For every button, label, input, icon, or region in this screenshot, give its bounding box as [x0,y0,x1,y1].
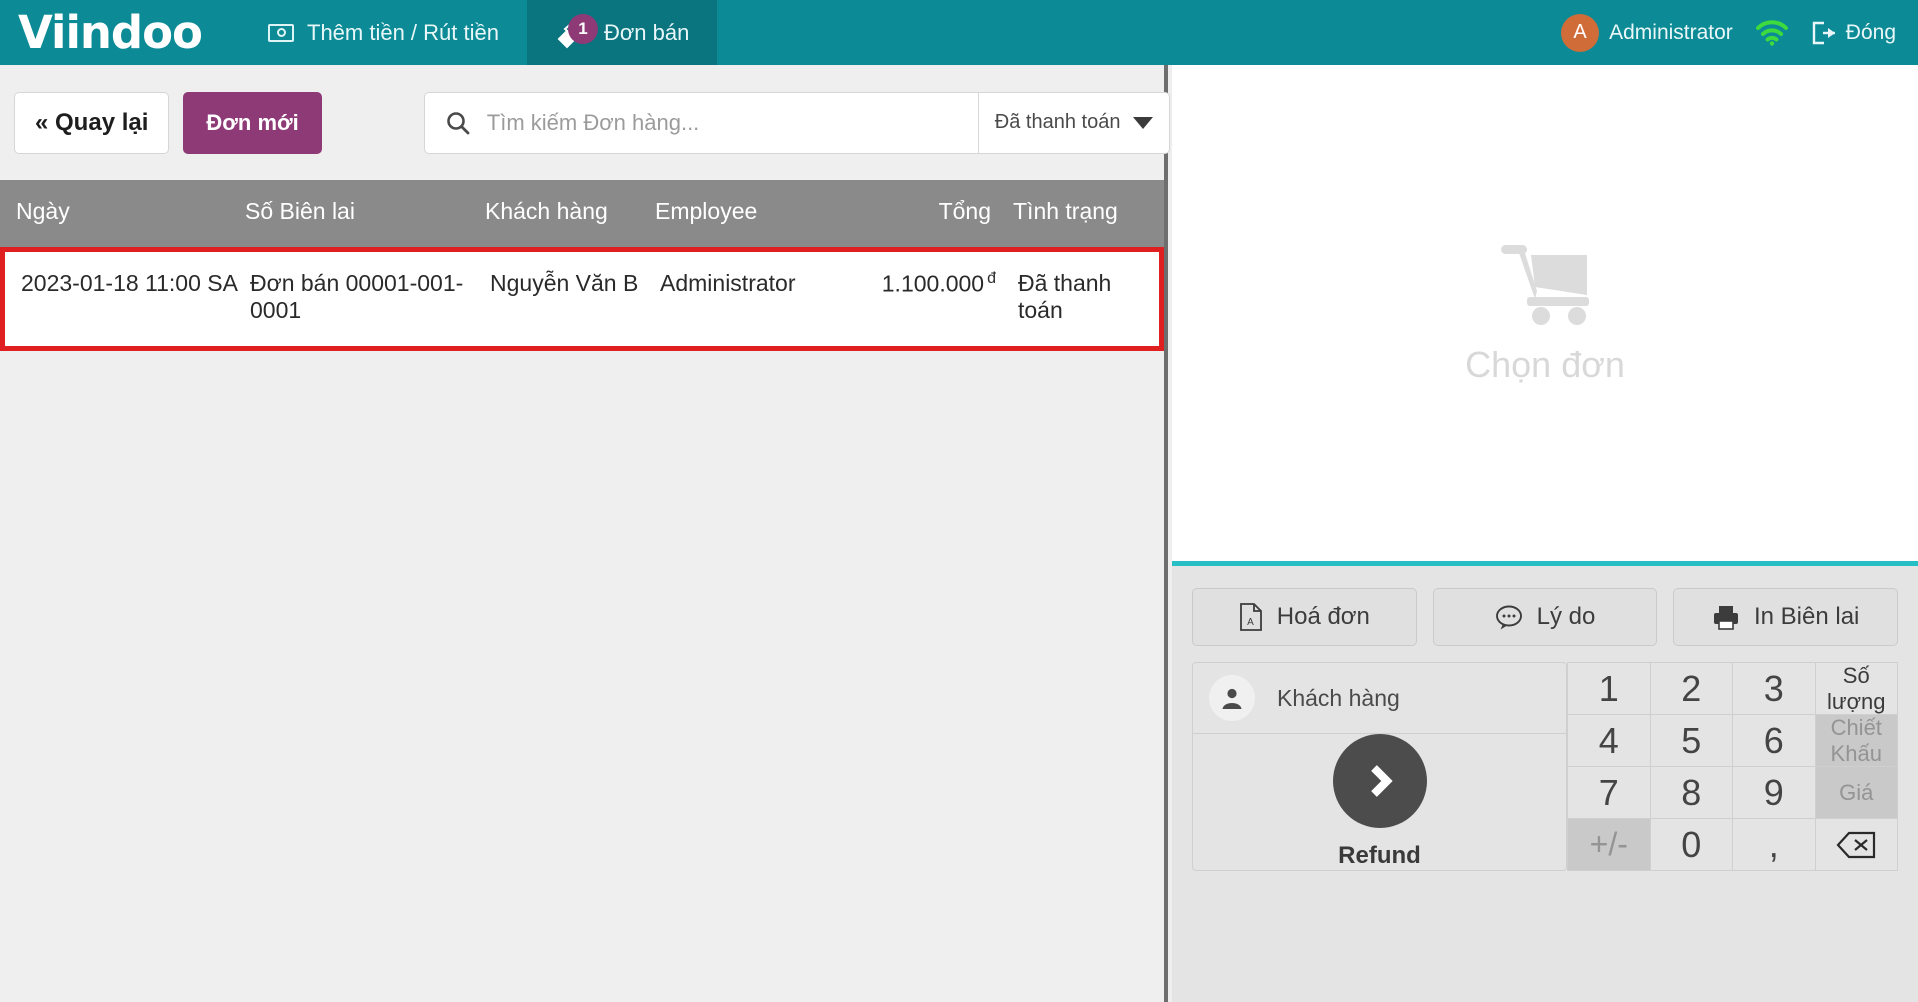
orders-table-header: Ngày Số Biên lai Khách hàng Employee Tổn… [0,180,1164,247]
cell-customer: Nguyễn Văn B [490,270,660,297]
wifi-icon[interactable] [1755,20,1789,46]
numpad-key-9[interactable]: 9 [1733,767,1815,818]
empty-order-placeholder: Chọn đơn [1172,65,1918,566]
customer-refund-panel: Khách hàng Refund [1192,662,1567,871]
reason-button-label: Lý do [1537,603,1596,631]
numpad-key-comma[interactable]: , [1733,819,1815,870]
close-button[interactable]: Đóng [1811,21,1896,45]
numpad-key-price[interactable]: Giá [1816,767,1898,818]
shopping-cart-icon [1491,241,1599,330]
numpad-zone: Khách hàng Refund 1 2 3 Số lượng 4 5 6 C… [1172,646,1918,871]
search-input[interactable] [487,110,958,136]
cell-total: 1.100.000đ [856,270,996,298]
refund-button-label: Refund [1338,842,1421,870]
order-count-badge: 1 [568,14,598,44]
numpad-key-3[interactable]: 3 [1733,663,1815,714]
numpad-key-sign[interactable]: +/- [1568,819,1650,870]
new-order-button[interactable]: Đơn mới [183,92,321,154]
refund-button[interactable]: Refund [1193,734,1566,870]
search-bar: Đã thanh toán [424,92,1170,154]
user-name: Administrator [1609,21,1733,45]
pdf-file-icon: A [1239,603,1263,631]
back-button[interactable]: « Quay lại [14,92,169,154]
invoice-button-label: Hoá đơn [1277,603,1370,631]
customer-selector[interactable]: Khách hàng [1193,663,1566,734]
cell-total-amount: 1.100.000 [882,271,984,297]
numeric-keypad: 1 2 3 Số lượng 4 5 6 Chiết Khấu 7 8 9 Gi… [1567,662,1898,871]
numpad-key-4[interactable]: 4 [1568,715,1650,766]
print-receipt-button-label: In Biên lai [1754,603,1859,631]
numpad-key-2[interactable]: 2 [1651,663,1733,714]
invoice-button[interactable]: A Hoá đơn [1192,588,1417,646]
printer-icon [1712,604,1740,630]
column-header-status: Tình trạng [991,198,1121,225]
nav-tab-cash-inout[interactable]: Thêm tiền / Rút tiền [240,0,527,65]
close-button-label: Đóng [1846,21,1896,45]
numpad-key-backspace[interactable] [1816,819,1898,870]
chevron-down-icon [1133,117,1153,129]
customer-selector-label: Khách hàng [1277,685,1400,712]
person-icon [1209,675,1255,721]
orders-panel: « Quay lại Đơn mới Đã thanh toán Ngày Số [0,65,1168,1002]
top-bar-right: A Administrator Đóng [1561,0,1918,65]
avatar: A [1561,14,1599,52]
money-icon [268,24,294,42]
nav-tab-orders-label: Đơn bán [604,20,689,46]
orders-table: Ngày Số Biên lai Khách hàng Employee Tổn… [0,180,1164,351]
numpad-key-7[interactable]: 7 [1568,767,1650,818]
status-filter-dropdown[interactable]: Đã thanh toán [978,92,1170,154]
order-detail-panel: Chọn đơn A Hoá đơn [1172,65,1918,1002]
cell-receipt: Đơn bán 00001-001-0001 [250,270,490,324]
orders-toolbar: « Quay lại Đơn mới Đã thanh toán [0,65,1164,180]
print-receipt-button[interactable]: In Biên lai [1673,588,1898,646]
empty-order-label: Chọn đơn [1465,344,1625,386]
comment-icon [1495,604,1523,630]
column-header-employee: Employee [655,198,851,225]
column-header-total: Tổng [851,198,991,225]
numpad-key-1[interactable]: 1 [1568,663,1650,714]
column-header-date: Ngày [0,198,245,225]
cell-date: 2023-01-18 11:00 SA [5,270,250,297]
brand-name: Viindoo [18,10,202,55]
numpad-key-6[interactable]: 6 [1733,715,1815,766]
user-menu[interactable]: A Administrator [1561,14,1733,52]
nav-tab-cash-inout-label: Thêm tiền / Rút tiền [307,20,499,46]
column-header-customer: Khách hàng [485,198,655,225]
backspace-icon [1836,831,1876,859]
chevron-right-icon [1333,734,1427,828]
svg-text:A: A [1247,617,1254,628]
search-icon [445,110,471,136]
order-ticket-icon: 1 [555,18,591,48]
numpad-key-8[interactable]: 8 [1651,767,1733,818]
search-box[interactable] [424,92,978,154]
column-header-receipt: Số Biên lai [245,198,485,225]
table-row[interactable]: 2023-01-18 11:00 SA Đơn bán 00001-001-00… [0,247,1164,351]
brand-logo[interactable]: Viindoo [0,0,240,65]
reason-button[interactable]: Lý do [1433,588,1658,646]
cell-status: Đã thanh toán [996,270,1126,324]
numpad-key-0[interactable]: 0 [1651,819,1733,870]
numpad-key-quantity[interactable]: Số lượng [1816,663,1898,714]
nav-tab-orders[interactable]: 1 Đơn bán [527,0,717,65]
currency-symbol: đ [987,270,996,287]
top-bar: Viindoo Thêm tiền / Rút tiền 1 Đơn bán A… [0,0,1918,65]
order-action-buttons: A Hoá đơn Lý do [1172,566,1918,646]
cell-employee: Administrator [660,270,856,297]
numpad-key-5[interactable]: 5 [1651,715,1733,766]
numpad-key-discount[interactable]: Chiết Khấu [1816,715,1898,766]
logout-icon [1811,21,1837,45]
status-filter-value: Đã thanh toán [995,111,1121,134]
